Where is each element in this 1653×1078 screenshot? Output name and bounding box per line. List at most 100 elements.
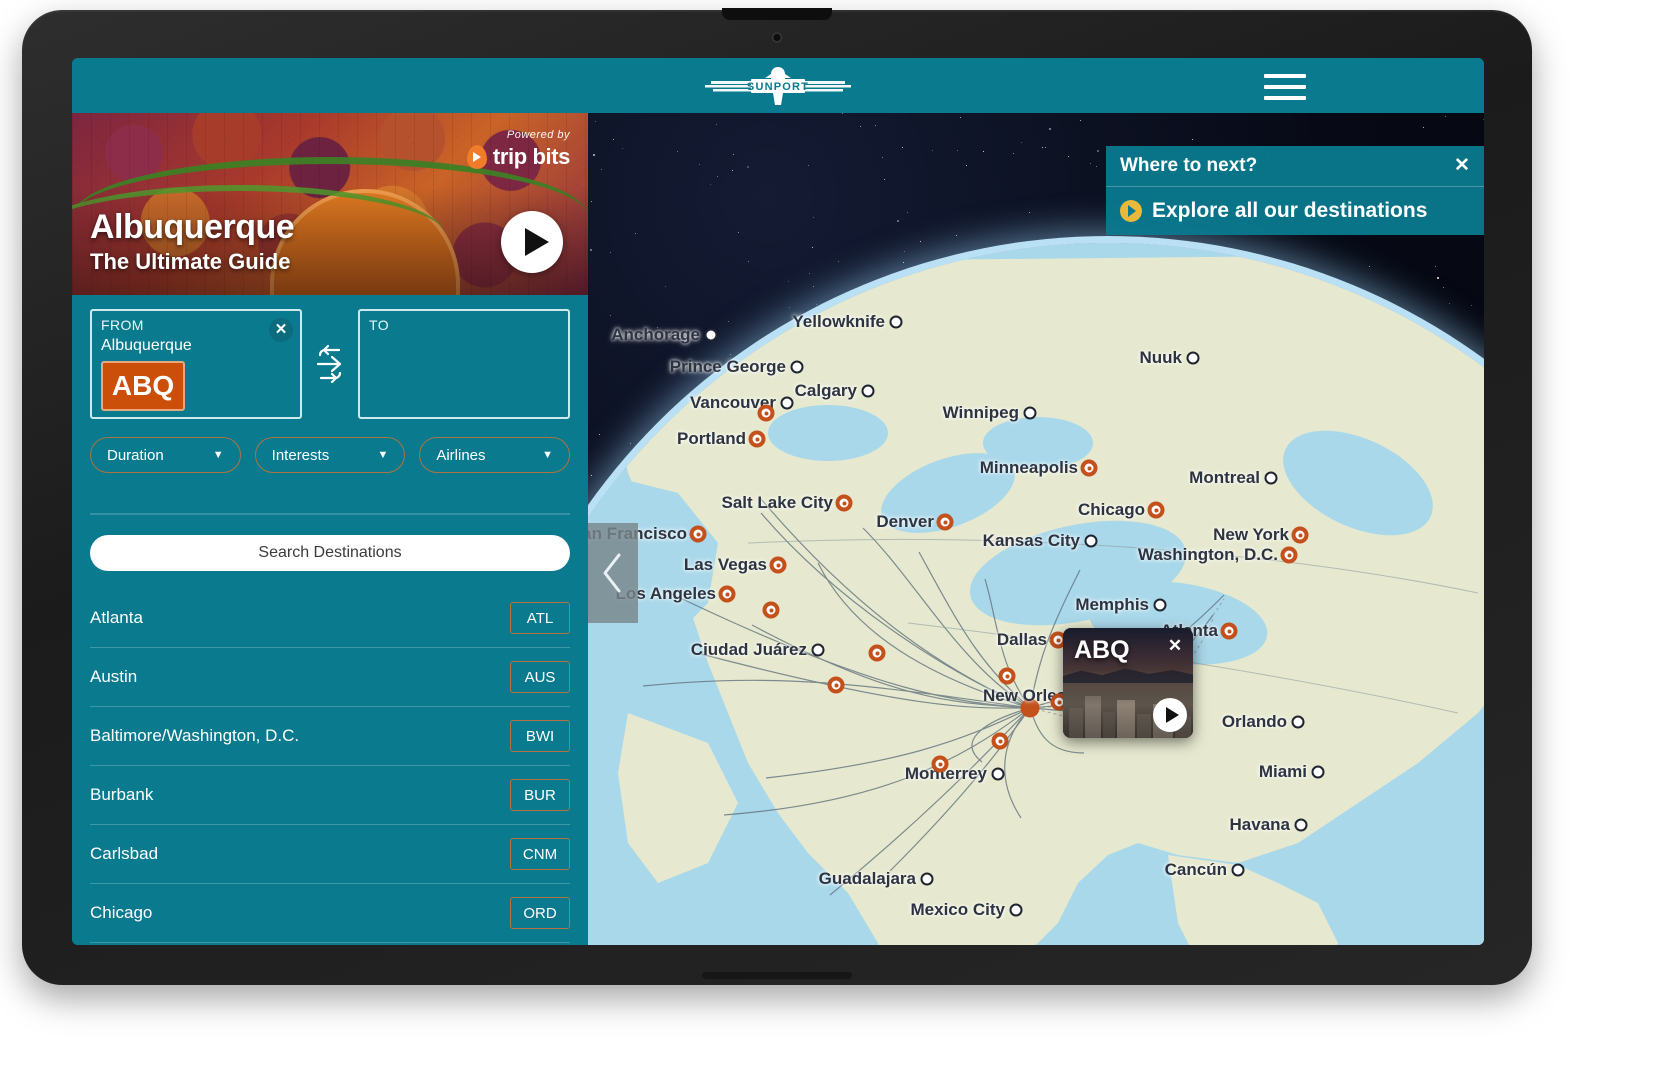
city-marker-new-york[interactable] xyxy=(1291,526,1309,544)
city-dot xyxy=(1186,351,1200,365)
swap-flight-icon[interactable] xyxy=(302,309,358,419)
city-marker-san-francisco[interactable] xyxy=(689,525,707,543)
served-airport-marker[interactable] xyxy=(827,676,845,694)
city-marker-anchorage[interactable] xyxy=(704,328,718,342)
city-marker-calgary[interactable] xyxy=(861,384,875,398)
city-marker-havana[interactable] xyxy=(1294,818,1308,832)
served-airport-dot xyxy=(991,732,1009,750)
destination-code[interactable]: ATL xyxy=(510,602,570,634)
explore-destinations-label: Explore all our destinations xyxy=(1152,199,1428,222)
destination-code[interactable]: AUS xyxy=(510,661,570,693)
star xyxy=(590,200,592,202)
city-marker-los-angeles[interactable] xyxy=(718,585,736,603)
city-marker-montreal[interactable] xyxy=(1264,471,1278,485)
city-marker-minneapolis[interactable] xyxy=(1080,459,1098,477)
served-airport-marker[interactable] xyxy=(998,667,1016,685)
city-dot xyxy=(1291,715,1305,729)
served-airport-marker[interactable] xyxy=(757,404,775,422)
served-airport-marker[interactable] xyxy=(762,601,780,619)
city-marker-guadalajara[interactable] xyxy=(920,872,934,886)
served-airport-dot xyxy=(748,430,766,448)
destination-name: Baltimore/Washington, D.C. xyxy=(90,726,300,745)
city-marker-kansas-city[interactable] xyxy=(1084,534,1098,548)
city-dot xyxy=(1084,534,1098,548)
filter-interests-dropdown[interactable]: Interests ▼ xyxy=(254,437,406,473)
close-icon[interactable]: ✕ xyxy=(1450,154,1474,178)
close-icon[interactable]: ✕ xyxy=(269,318,293,342)
city-marker-miami[interactable] xyxy=(1311,765,1325,779)
sunport-logo[interactable]: SUNPORT xyxy=(703,65,853,107)
list-item[interactable]: Baltimore/Washington, D.C. BWI xyxy=(90,707,570,766)
served-airport-dot xyxy=(1220,622,1238,640)
play-icon[interactable] xyxy=(1153,698,1187,732)
city-dot xyxy=(1311,765,1325,779)
city-label-denver: Denver xyxy=(876,512,934,531)
city-dot xyxy=(780,396,794,410)
collapse-sidebar-button[interactable] xyxy=(588,523,638,623)
play-icon[interactable] xyxy=(501,211,563,273)
from-airport-code-chip[interactable]: ABQ xyxy=(101,361,185,411)
city-marker-nuuk[interactable] xyxy=(1186,351,1200,365)
city-marker-vancouver[interactable] xyxy=(780,396,794,410)
city-marker-salt-lake-city[interactable] xyxy=(835,494,853,512)
hamburger-icon[interactable] xyxy=(1264,74,1306,100)
city-marker-memphis[interactable] xyxy=(1153,598,1167,612)
destination-code[interactable]: BUR xyxy=(510,779,570,811)
hamburger-bar xyxy=(1264,74,1306,78)
served-airport-marker[interactable] xyxy=(991,732,1009,750)
destination-name: Austin xyxy=(90,667,138,686)
city-marker-monterrey[interactable] xyxy=(991,767,1005,781)
list-item[interactable]: Burbank BUR xyxy=(90,766,570,825)
city-marker-denver[interactable] xyxy=(936,513,954,531)
served-airport-dot xyxy=(1280,546,1298,564)
city-marker-las-vegas[interactable] xyxy=(769,556,787,574)
to-label: TO xyxy=(369,317,389,333)
chevron-down-icon: ▼ xyxy=(377,449,389,461)
city-marker-portland[interactable] xyxy=(748,430,766,448)
from-field[interactable]: FROM Albuquerque ✕ ABQ xyxy=(90,309,302,419)
from-to-row: FROM Albuquerque ✕ ABQ TO xyxy=(72,295,588,419)
list-item[interactable]: Atlanta ATL xyxy=(90,589,570,648)
city-marker-washington-d-c[interactable] xyxy=(1280,546,1298,564)
explore-destinations-button[interactable]: Explore all our destinations xyxy=(1106,187,1484,235)
city-marker-canc-n[interactable] xyxy=(1231,863,1245,877)
list-item[interactable]: Austin AUS xyxy=(90,648,570,707)
city-marker-chicago[interactable] xyxy=(1147,501,1165,519)
city-marker-atlanta[interactable] xyxy=(1220,622,1238,640)
served-airport-dot xyxy=(868,644,886,662)
city-marker-winnipeg[interactable] xyxy=(1023,406,1037,420)
city-marker-ciudad-ju-rez[interactable] xyxy=(811,643,825,657)
served-airport-marker[interactable] xyxy=(868,644,886,662)
star xyxy=(1020,141,1022,143)
hero-banner[interactable]: Powered by trip bits Albuquerque The Ult… xyxy=(72,113,588,295)
star xyxy=(1028,211,1030,213)
route-map[interactable]: Anchorage Yellowknife Nuuk Prince George Cal… xyxy=(588,113,1484,945)
list-item[interactable]: Carlsbad CNM xyxy=(90,825,570,884)
star xyxy=(732,153,734,155)
destination-code[interactable]: CNM xyxy=(510,838,570,870)
city-marker-prince-george[interactable] xyxy=(790,360,804,374)
destination-code[interactable]: BWI xyxy=(510,720,570,752)
filter-airlines-dropdown[interactable]: Airlines ▼ xyxy=(419,437,571,473)
filter-duration-dropdown[interactable]: Duration ▼ xyxy=(90,437,241,473)
airport-preview-popup[interactable]: ABQ ✕ xyxy=(1063,628,1193,738)
hero-subtitle: The Ultimate Guide xyxy=(90,249,291,274)
city-marker-mexico-city[interactable] xyxy=(1009,903,1023,917)
chevron-down-icon: ▼ xyxy=(212,449,224,461)
search-input[interactable] xyxy=(90,535,570,571)
served-airport-dot xyxy=(757,404,775,422)
hamburger-bar xyxy=(1264,85,1306,89)
close-icon[interactable]: ✕ xyxy=(1163,634,1187,658)
city-label-las-vegas: Las Vegas xyxy=(683,555,767,574)
served-airport-marker[interactable] xyxy=(931,755,949,773)
list-item[interactable]: Chicago ORD xyxy=(90,884,570,943)
city-marker-orlando[interactable] xyxy=(1291,715,1305,729)
hero-title: Albuquerque xyxy=(90,208,295,246)
destination-code[interactable]: ORD xyxy=(510,897,570,929)
served-airport-dot xyxy=(1291,526,1309,544)
destination-list: Atlanta ATL Austin AUS Baltimore/Washing… xyxy=(72,589,588,943)
front-camera xyxy=(771,32,783,43)
served-airport-dot xyxy=(827,676,845,694)
city-marker-yellowknife[interactable] xyxy=(889,315,903,329)
to-field[interactable]: TO xyxy=(358,309,570,419)
